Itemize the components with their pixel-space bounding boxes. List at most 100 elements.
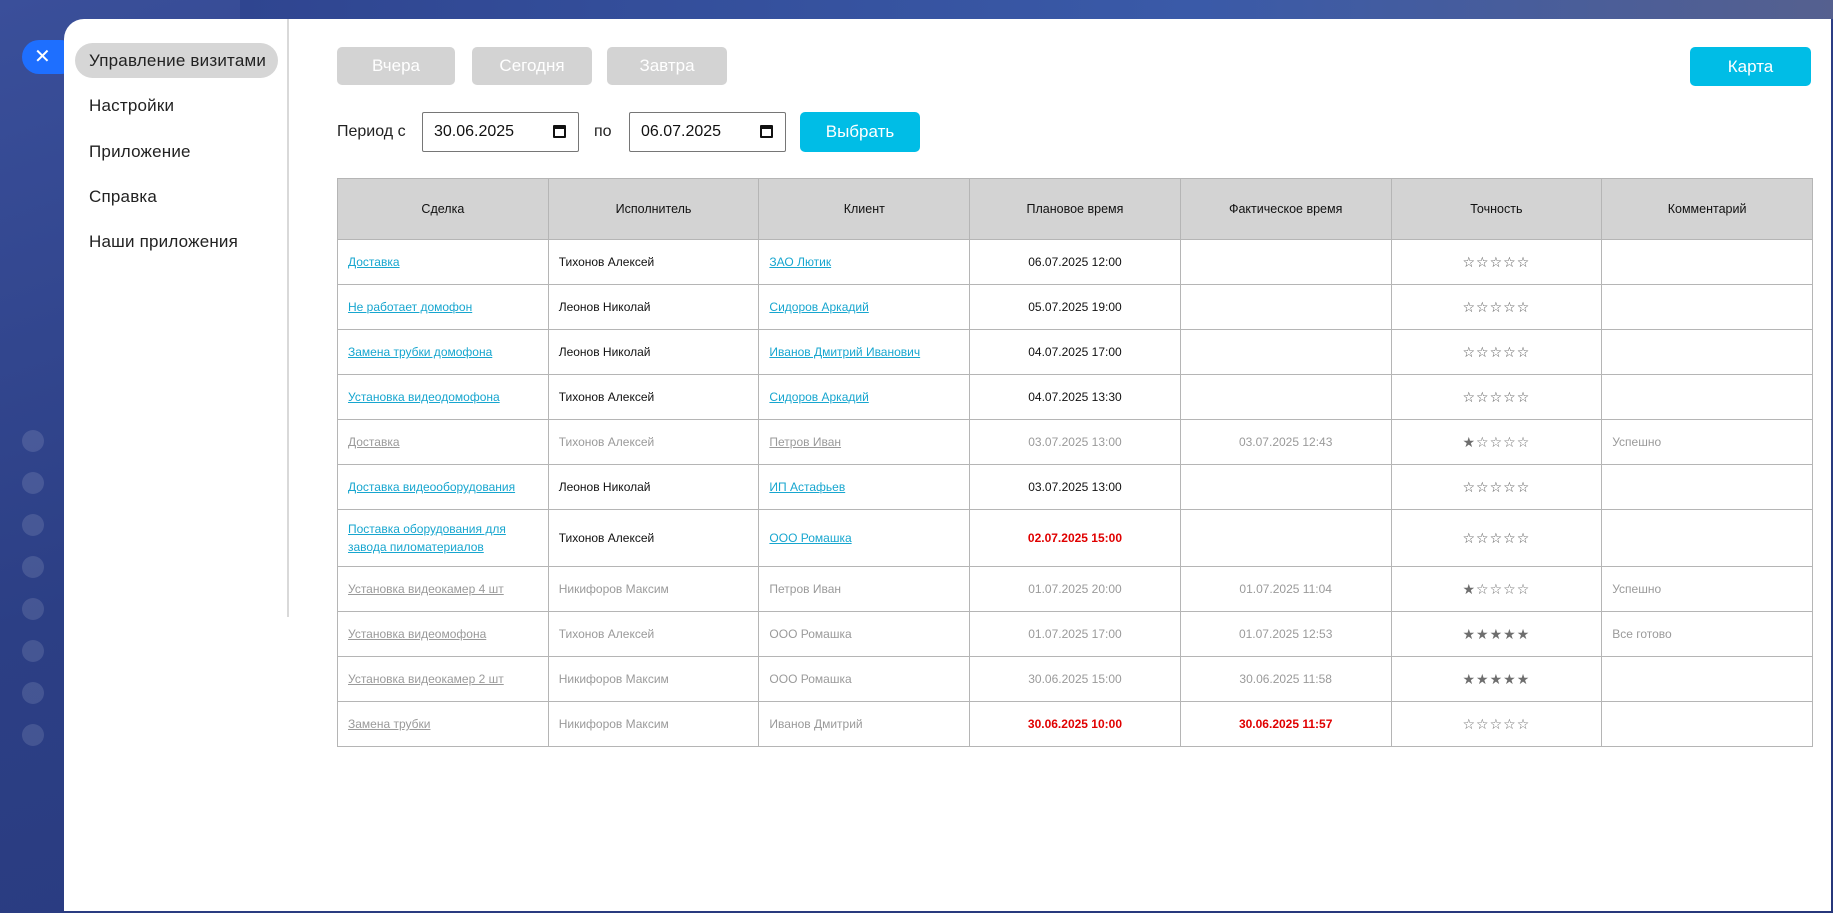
- deal-link[interactable]: Доставка: [348, 255, 400, 269]
- date-from-input[interactable]: 30.06.2025: [422, 112, 579, 152]
- planned-time: 02.07.2025 15:00: [1027, 531, 1122, 545]
- star-empty-icon: ☆: [1462, 478, 1477, 495]
- visits-table: Сделка Исполнитель Клиент Плановое время Фак…: [337, 178, 1813, 747]
- actual-time: 01.07.2025 12:53: [1238, 627, 1333, 641]
- menu-item-our-apps[interactable]: Наши приложения: [75, 224, 278, 259]
- rating-stars: ☆☆☆☆☆: [1462, 254, 1530, 270]
- menu-item-visits[interactable]: Управление визитами: [75, 43, 278, 78]
- star-empty-icon: ☆: [1489, 343, 1504, 360]
- comment-text: Успешно: [1612, 582, 1662, 596]
- table-row: Установка видеодомофона Тихонов Алексей Си…: [337, 374, 1813, 420]
- deal-cell: Доставка: [337, 419, 549, 465]
- comment-cell: [1601, 239, 1813, 285]
- star-empty-icon: ☆: [1489, 253, 1504, 270]
- client-cell: Петров Иван: [758, 566, 971, 612]
- star-empty-icon: ☆: [1462, 529, 1477, 546]
- column-header: Точность: [1390, 178, 1603, 240]
- star-empty-icon: ☆: [1516, 298, 1531, 315]
- deal-link[interactable]: Замена трубки: [348, 717, 430, 731]
- executor-name: Леонов Николай: [558, 300, 651, 314]
- star-empty-icon: ☆: [1503, 298, 1517, 315]
- client-name: Петров Иван: [769, 582, 842, 596]
- deal-link[interactable]: Не работает домофон: [348, 300, 472, 314]
- star-empty-icon: ☆: [1476, 298, 1490, 315]
- client-cell: ООО Ромашка: [758, 509, 971, 567]
- star-empty-icon: ☆: [1516, 478, 1531, 495]
- client-link[interactable]: ИП Астафьев: [769, 480, 845, 494]
- executor-name: Никифоров Максим: [558, 717, 669, 731]
- planned-cell: 03.07.2025 13:00: [969, 464, 1181, 510]
- today-button[interactable]: Сегодня: [472, 47, 592, 85]
- rating-stars: ☆☆☆☆☆: [1462, 530, 1530, 546]
- client-link[interactable]: ООО Ромашка: [769, 531, 851, 545]
- comment-cell: Успешно: [1601, 419, 1813, 465]
- menu-item-settings[interactable]: Настройки: [75, 88, 278, 123]
- accuracy-cell: ☆☆☆☆☆: [1390, 464, 1603, 510]
- client-link[interactable]: Иванов Дмитрий Иванович: [769, 345, 920, 359]
- star-filled-icon: ★: [1489, 670, 1504, 687]
- accuracy-cell: ☆☆☆☆☆: [1390, 284, 1603, 330]
- planned-time: 01.07.2025 20:00: [1028, 582, 1122, 596]
- client-cell: Сидоров Аркадий: [758, 284, 971, 330]
- calendar-icon[interactable]: [760, 125, 773, 138]
- tomorrow-button[interactable]: Завтра: [607, 47, 727, 85]
- background-header: [240, 0, 1833, 19]
- planned-time: 05.07.2025 19:00: [1028, 300, 1122, 314]
- column-header: Сделка: [337, 178, 549, 240]
- deal-link[interactable]: Установка видеокамер 4 шт: [348, 582, 504, 596]
- table-row: Поставка оборудования для завода пиломат…: [337, 509, 1813, 567]
- rating-stars: ☆☆☆☆☆: [1462, 344, 1530, 360]
- executor-name: Тихонов Алексей: [558, 531, 655, 545]
- close-icon: ✕: [34, 46, 51, 68]
- star-empty-icon: ☆: [1462, 388, 1477, 405]
- deal-link[interactable]: Установка видеомофона: [348, 627, 486, 641]
- calendar-icon[interactable]: [553, 125, 566, 138]
- client-link[interactable]: Сидоров Аркадий: [769, 300, 868, 314]
- star-filled-icon: ★: [1476, 625, 1490, 642]
- star-empty-icon: ☆: [1489, 715, 1504, 732]
- actual-cell: [1179, 374, 1392, 420]
- date-to-input[interactable]: 06.07.2025: [629, 112, 786, 152]
- star-empty-icon: ☆: [1516, 715, 1531, 732]
- select-button[interactable]: Выбрать: [800, 112, 920, 152]
- planned-cell: 30.06.2025 15:00: [969, 656, 1181, 702]
- client-link[interactable]: Сидоров Аркадий: [769, 390, 868, 404]
- column-header: Комментарий: [1601, 178, 1813, 240]
- table-row: Не работает домофон Леонов Николай Сидоров…: [337, 284, 1813, 330]
- menu-item-help[interactable]: Справка: [75, 179, 278, 214]
- star-filled-icon: ★: [1516, 625, 1531, 642]
- map-button[interactable]: Карта: [1690, 47, 1811, 86]
- star-empty-icon: ☆: [1476, 253, 1490, 270]
- client-link[interactable]: ЗАО Лютик: [769, 255, 831, 269]
- star-filled-icon: ★: [1462, 625, 1477, 642]
- deal-cell: Установка видеокамер 2 шт: [337, 656, 549, 702]
- side-menu: Управление визитами Настройки Приложение…: [64, 19, 289, 617]
- comment-cell: [1601, 656, 1813, 702]
- actual-cell: 30.06.2025 11:57: [1179, 701, 1392, 747]
- client-cell: Сидоров Аркадий: [758, 374, 971, 420]
- planned-cell: 06.07.2025 12:00: [969, 239, 1181, 285]
- planned-cell: 04.07.2025 13:30: [969, 374, 1181, 420]
- deal-link[interactable]: Доставка: [348, 435, 400, 449]
- executor-cell: Никифоров Максим: [547, 566, 760, 612]
- deal-link[interactable]: Установка видеокамер 2 шт: [348, 672, 504, 686]
- star-filled-icon: ★: [1503, 670, 1517, 687]
- client-link[interactable]: Петров Иван: [769, 435, 841, 449]
- executor-cell: Тихонов Алексей: [547, 611, 760, 657]
- star-empty-icon: ☆: [1476, 715, 1490, 732]
- star-empty-icon: ☆: [1503, 253, 1517, 270]
- planned-time: 06.07.2025 12:00: [1028, 255, 1122, 269]
- deal-link[interactable]: Установка видеодомофона: [348, 390, 500, 404]
- deal-cell: Не работает домофон: [337, 284, 549, 330]
- table-row: Установка видеокамер 2 шт Никифоров Макси…: [337, 656, 1813, 702]
- star-empty-icon: ☆: [1516, 529, 1531, 546]
- deal-link[interactable]: Замена трубки домофона: [348, 345, 492, 359]
- comment-text: Все готово: [1612, 627, 1672, 641]
- yesterday-button[interactable]: Вчера: [337, 47, 455, 85]
- star-empty-icon: ☆: [1462, 715, 1477, 732]
- star-empty-icon: ☆: [1476, 529, 1490, 546]
- planned-cell: 30.06.2025 10:00: [969, 701, 1181, 747]
- menu-item-app[interactable]: Приложение: [75, 134, 278, 169]
- deal-link[interactable]: Поставка оборудования для завода пиломат…: [348, 522, 506, 554]
- deal-link[interactable]: Доставка видеооборудования: [348, 480, 515, 494]
